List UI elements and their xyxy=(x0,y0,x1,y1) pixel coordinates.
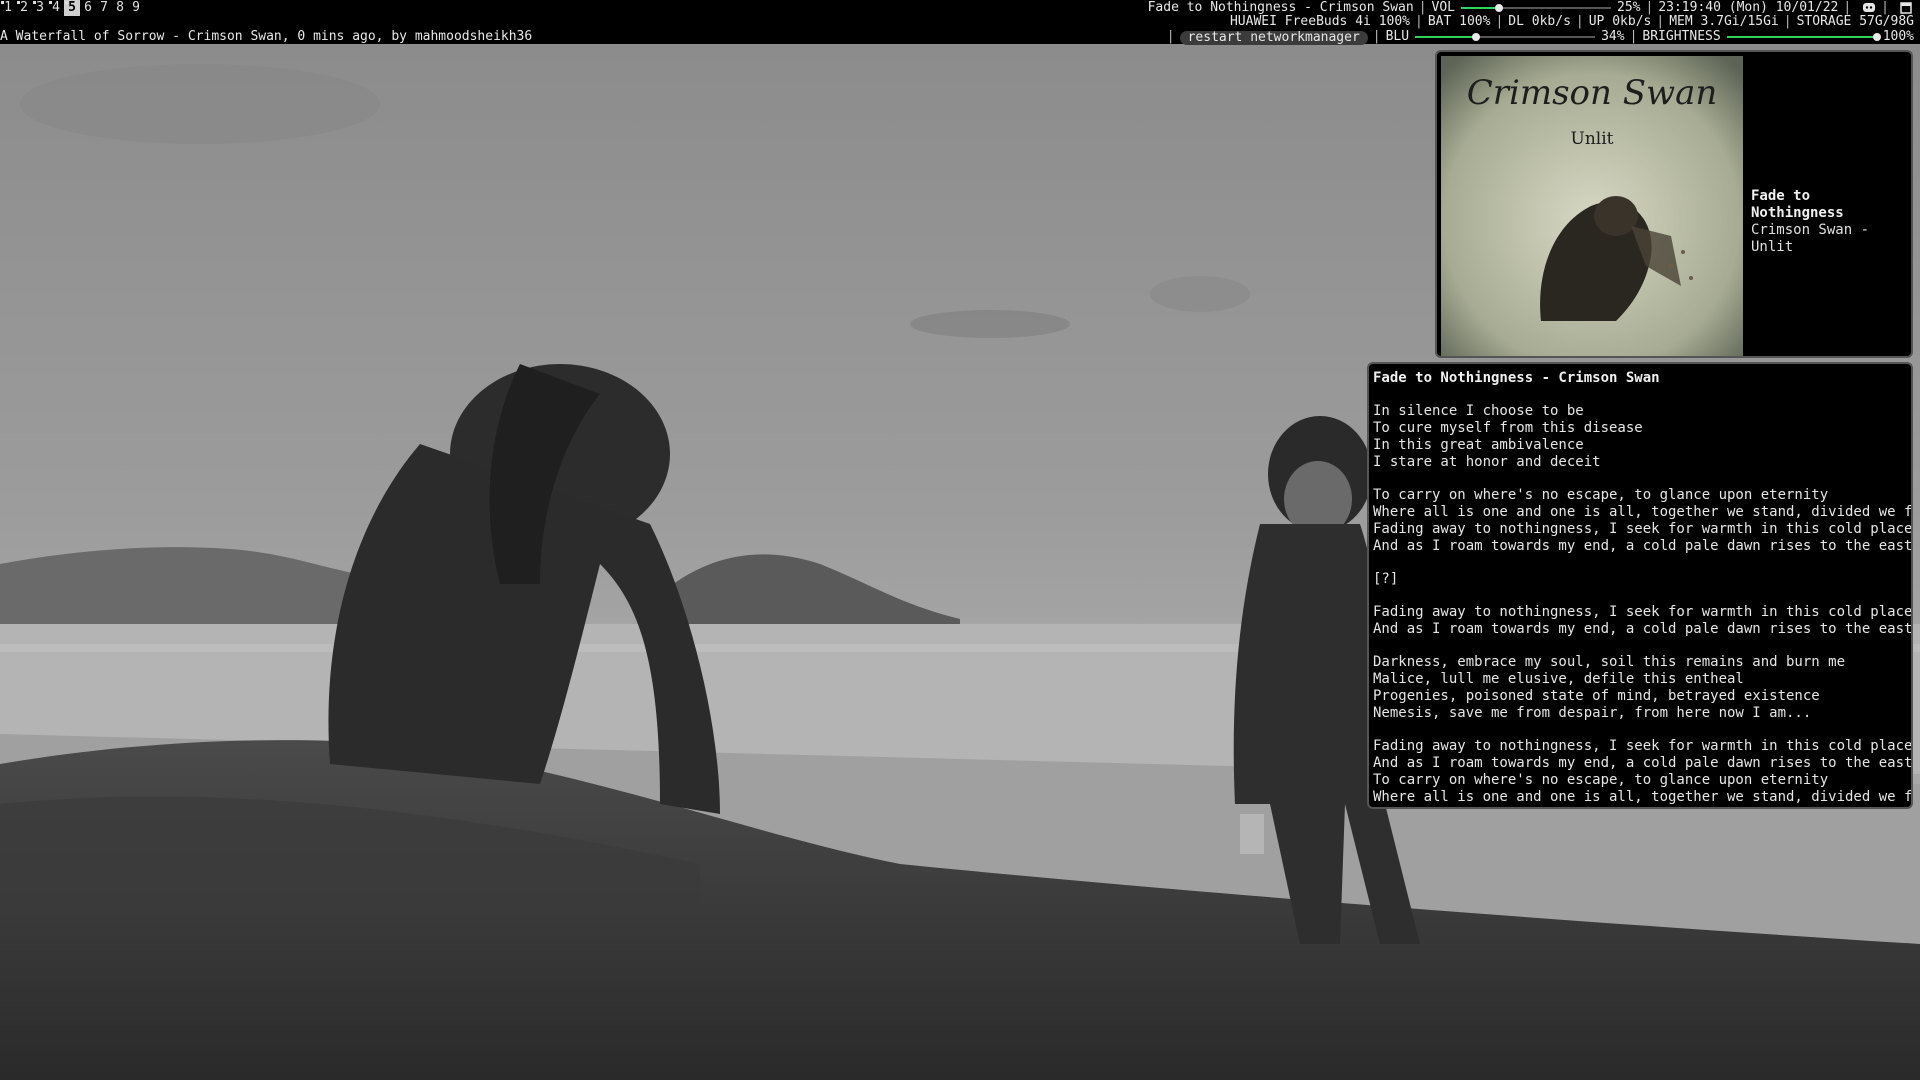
discord-icon[interactable] xyxy=(1862,2,1876,14)
now-playing-widget: Crimson Swan Unlit Fade to Nothingness C… xyxy=(1435,50,1913,358)
track-title: Fade to Nothingness xyxy=(1751,188,1844,221)
lyric-line: Where all is one and one is all, togethe… xyxy=(1373,789,1913,805)
cover-band-name: Crimson Swan xyxy=(1467,73,1718,113)
lyric-line: To cure myself from this disease xyxy=(1373,420,1643,436)
battery-status: BAT 100% xyxy=(1427,14,1491,29)
brightness-percent: 100% xyxy=(1882,29,1914,44)
lyrics-stanza: To carry on where's no escape, to glance… xyxy=(1373,487,1913,555)
lyrics-header: Fade to Nothingness - Crimson Swan xyxy=(1373,370,1660,386)
lyric-line: Where all is one and one is all, togethe… xyxy=(1373,504,1913,520)
separator: | xyxy=(1783,14,1792,29)
track-info: Fade to Nothingness Crimson Swan - Unlit xyxy=(1751,188,1911,256)
separator: | xyxy=(1415,14,1423,29)
lyric-line: Nemesis, save me from despair, from here… xyxy=(1373,705,1812,721)
track-artist-album: Crimson Swan - Unlit xyxy=(1751,222,1870,255)
bluetooth-volume-slider-knob[interactable] xyxy=(1472,33,1481,41)
download-speed: DL 0kb/s xyxy=(1508,14,1571,29)
brightness-slider-knob[interactable] xyxy=(1872,33,1881,41)
brightness-label: BRIGHTNESS xyxy=(1642,29,1721,44)
bluetooth-volume-percent: 34% xyxy=(1601,29,1625,44)
lyric-line: Fading away to nothingness, I seek for w… xyxy=(1373,738,1913,754)
lyric-line: [?] xyxy=(1373,571,1399,587)
separator: | xyxy=(1656,14,1665,29)
lyric-line: And as I roam towards my end, a cold pal… xyxy=(1373,755,1913,771)
lyric-line: In this great ambivalence xyxy=(1373,437,1584,453)
separator: | xyxy=(1372,29,1381,44)
lyrics-widget[interactable]: Fade to Nothingness - Crimson Swan In si… xyxy=(1367,362,1913,809)
brightness-slider[interactable] xyxy=(1726,29,1881,45)
lyric-line: Fading away to nothingness, I seek for w… xyxy=(1373,521,1913,537)
lyric-line: In silence I choose to be xyxy=(1373,403,1584,419)
window-icon[interactable] xyxy=(1900,2,1914,14)
lyric-line: And as I roam towards my end, a cold pal… xyxy=(1373,621,1913,637)
lyrics-stanza: [?] xyxy=(1373,571,1907,588)
lyrics-stanza: Darkness, embrace my soul, soil this rem… xyxy=(1373,654,1907,722)
lyrics-stanza: Fading away to nothingness, I seek for w… xyxy=(1373,604,1913,638)
controls-row: | restart networkmanager | BLU 34% | BRI… xyxy=(1162,29,1914,45)
album-cover: Crimson Swan Unlit xyxy=(1441,56,1743,356)
separator: | xyxy=(1629,29,1638,44)
lyrics-stanza: Fading away to nothingness, I seek for w… xyxy=(1373,738,1913,806)
lyric-line: Fading away to nothingness, I seek for w… xyxy=(1373,604,1913,620)
focused-window-title: A Waterfall of Sorrow - Crimson Swan, 0 … xyxy=(0,29,533,44)
bluetooth-device-status[interactable]: HUAWEI FreeBuds 4i 100% xyxy=(1230,14,1410,30)
status-bar-row-3: A Waterfall of Sorrow - Crimson Swan, 0 … xyxy=(0,29,1920,45)
volume-slider-knob[interactable] xyxy=(1494,4,1503,12)
cloud xyxy=(1150,276,1250,312)
upload-speed: UP 0kb/s xyxy=(1588,14,1652,29)
lyric-line: Darkness, embrace my soul, soil this rem… xyxy=(1373,654,1846,670)
lyrics-stanza: In silence I choose to be To cure myself … xyxy=(1373,403,1907,471)
restart-networkmanager-button[interactable]: restart networkmanager xyxy=(1179,30,1368,45)
lyric-line: To carry on where's no escape, to glance… xyxy=(1373,772,1829,788)
lyrics-body: In silence I choose to be To cure myself … xyxy=(1373,403,1913,806)
memory-usage: MEM 3.7Gi/15Gi xyxy=(1669,14,1779,29)
cloud xyxy=(20,64,380,144)
bluetooth-volume-label: BLU xyxy=(1385,29,1410,44)
status-bar: 123456789 Fade to Nothingness - Crimson … xyxy=(0,0,1920,45)
separator: | xyxy=(1495,14,1504,29)
status-bar-row-2: HUAWEI FreeBuds 4i 100% | BAT 100% | DL … xyxy=(0,14,1920,30)
storage-usage: STORAGE 57G/98G xyxy=(1796,14,1914,29)
lyric-line: Malice, lull me elusive, defile this ent… xyxy=(1373,671,1744,687)
bluetooth-volume-slider[interactable] xyxy=(1415,29,1596,45)
lyric-line: To carry on where's no escape, to glance… xyxy=(1373,487,1829,503)
cover-album-name: Unlit xyxy=(1571,129,1614,149)
cloud xyxy=(910,310,1070,338)
lyric-line: And as I roam towards my end, a cold pal… xyxy=(1373,538,1913,554)
separator: | xyxy=(1166,29,1175,44)
lyric-line: I stare at honor and deceit xyxy=(1373,454,1601,470)
lyric-line: Progenies, poisoned state of mind, betra… xyxy=(1373,688,1820,704)
system-stats: HUAWEI FreeBuds 4i 100% | BAT 100% | DL … xyxy=(1230,14,1914,30)
separator: | xyxy=(1575,14,1584,29)
